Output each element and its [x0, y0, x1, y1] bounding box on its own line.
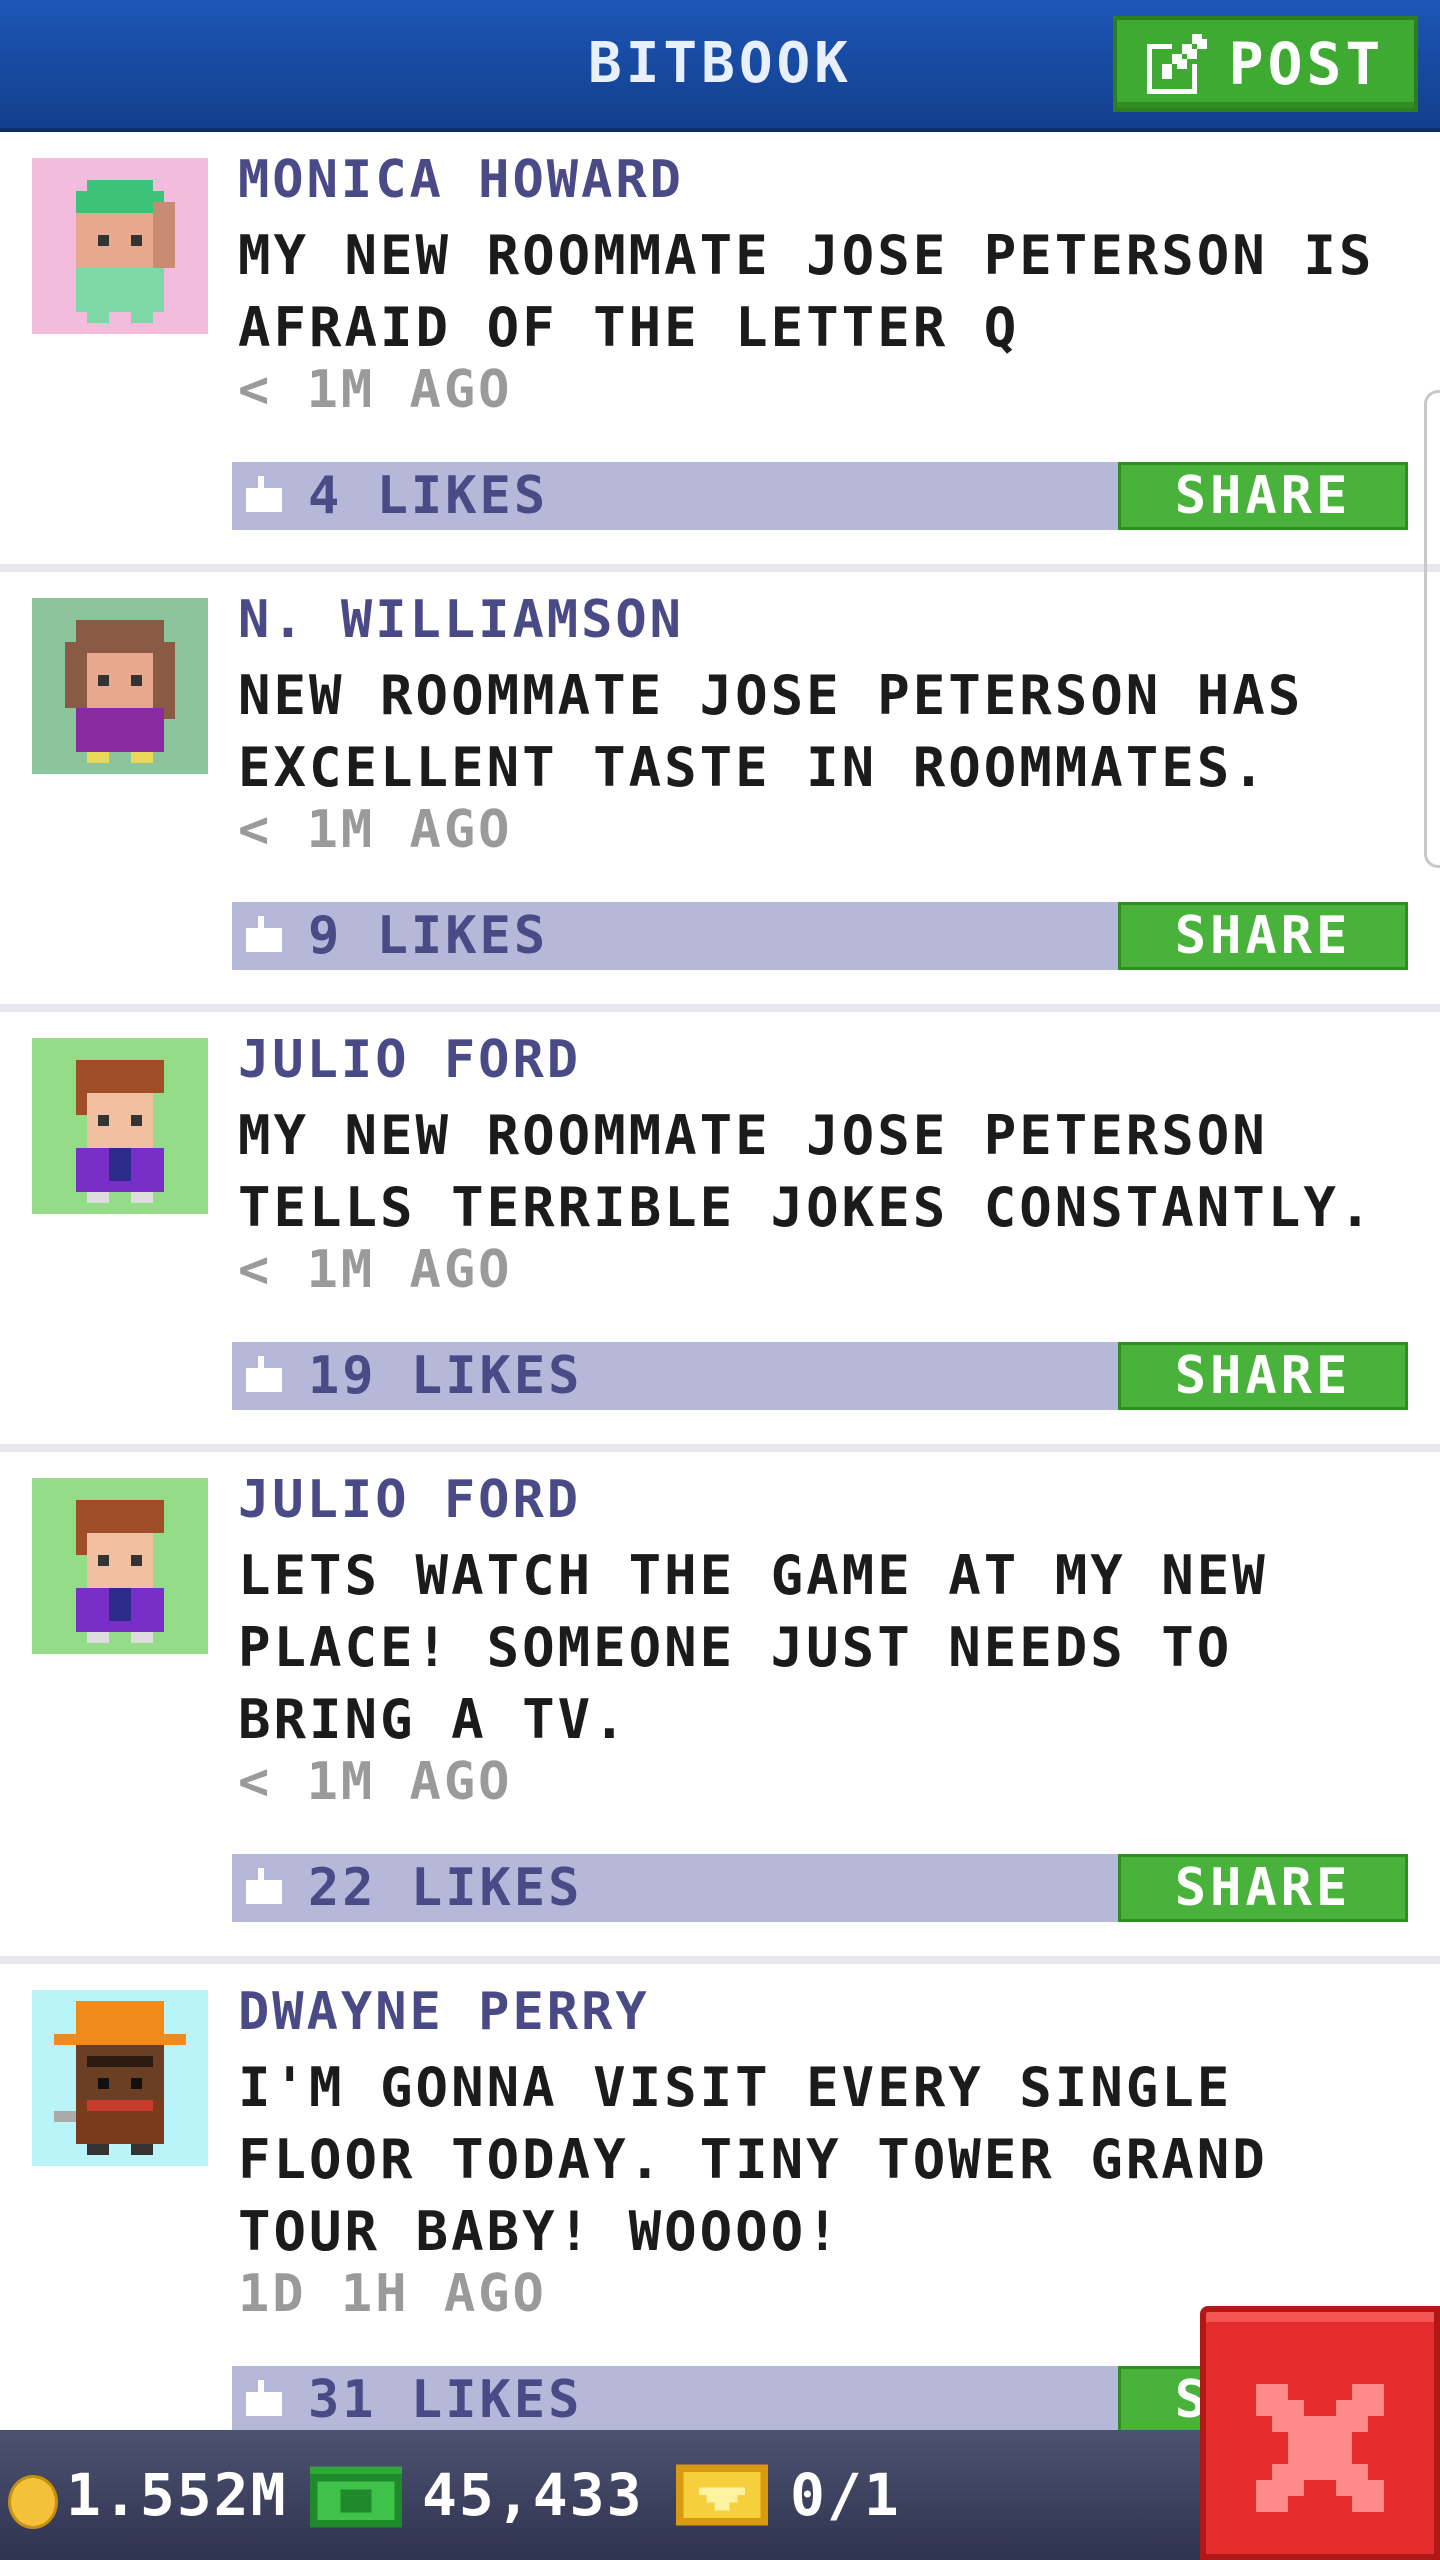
- thumbs-up-icon: [246, 2380, 282, 2416]
- post-timestamp: < 1M AGO: [238, 800, 513, 860]
- avatar: [32, 598, 208, 774]
- thumbs-up-icon: [246, 916, 282, 952]
- close-button[interactable]: [1200, 2306, 1440, 2560]
- post-author[interactable]: DWAYNE PERRY: [238, 1982, 650, 2042]
- edit-icon: [1146, 34, 1207, 94]
- post-author[interactable]: N. WILLIAMSON: [238, 590, 684, 650]
- feed-list: MONICA HOWARD MY NEW ROOMMATE JOSE PETER…: [0, 132, 1440, 2476]
- post-button-label: POST: [1228, 30, 1385, 98]
- like-bar[interactable]: 22 LIKES SHARE: [232, 1854, 1408, 1922]
- like-count: 31 LIKES: [308, 2370, 583, 2430]
- thumbs-up-icon: [246, 1356, 282, 1392]
- share-button[interactable]: SHARE: [1118, 1854, 1408, 1922]
- post-timestamp: 1D 1H AGO: [238, 2264, 547, 2324]
- like-count: 22 LIKES: [308, 1858, 583, 1918]
- vip-value: 0/1: [790, 2461, 901, 2529]
- feed-post: MONICA HOWARD MY NEW ROOMMATE JOSE PETER…: [0, 132, 1440, 572]
- avatar: [32, 1990, 208, 2166]
- like-count: 9 LIKES: [308, 906, 549, 966]
- post-button[interactable]: POST: [1113, 16, 1418, 112]
- thumbs-up-icon: [246, 476, 282, 512]
- post-timestamp: < 1M AGO: [238, 1752, 513, 1812]
- post-author[interactable]: JULIO FORD: [238, 1030, 581, 1090]
- post-timestamp: < 1M AGO: [238, 360, 513, 420]
- feed-post: JULIO FORD LETS WATCH THE GAME AT MY NEW…: [0, 1452, 1440, 1964]
- post-author[interactable]: JULIO FORD: [238, 1470, 581, 1530]
- share-button[interactable]: SHARE: [1118, 1342, 1408, 1410]
- like-count: 4 LIKES: [308, 466, 549, 526]
- post-author[interactable]: MONICA HOWARD: [238, 150, 684, 210]
- like-count: 19 LIKES: [308, 1346, 583, 1406]
- thumbs-up-icon: [246, 1868, 282, 1904]
- coin-icon: [8, 2475, 58, 2529]
- share-button[interactable]: SHARE: [1118, 462, 1408, 530]
- feed-post: N. WILLIAMSON NEW ROOMMATE JOSE PETERSON…: [0, 572, 1440, 1012]
- bux-value: 45,433: [422, 2461, 644, 2529]
- post-message: I'M GONNA VISIT EVERY SINGLE FLOOR TODAY…: [238, 2056, 1268, 2263]
- scrollbar[interactable]: [1424, 390, 1440, 868]
- avatar: [32, 1478, 208, 1654]
- share-button[interactable]: SHARE: [1118, 902, 1408, 970]
- coins-value: 1.552M: [66, 2461, 288, 2529]
- post-message: NEW ROOMMATE JOSE PETERSON HAS EXCELLENT…: [238, 664, 1304, 799]
- post-timestamp: < 1M AGO: [238, 1240, 513, 1300]
- like-bar[interactable]: 4 LIKES SHARE: [232, 462, 1408, 530]
- tower-bux-icon: [310, 2466, 402, 2528]
- post-message: MY NEW ROOMMATE JOSE PETERSON IS AFRAID …: [238, 224, 1375, 359]
- like-bar[interactable]: 9 LIKES SHARE: [232, 902, 1408, 970]
- feed-post: JULIO FORD MY NEW ROOMMATE JOSE PETERSON…: [0, 1012, 1440, 1452]
- avatar: [32, 158, 208, 334]
- close-icon: [1256, 2384, 1384, 2512]
- post-message: MY NEW ROOMMATE JOSE PETERSON TELLS TERR…: [238, 1104, 1375, 1239]
- header-bar: BITBOOK POST: [0, 0, 1440, 132]
- avatar: [32, 1038, 208, 1214]
- vip-ticket-icon: [676, 2464, 768, 2526]
- post-message: LETS WATCH THE GAME AT MY NEW PLACE! SOM…: [238, 1544, 1268, 1751]
- like-bar[interactable]: 19 LIKES SHARE: [232, 1342, 1408, 1410]
